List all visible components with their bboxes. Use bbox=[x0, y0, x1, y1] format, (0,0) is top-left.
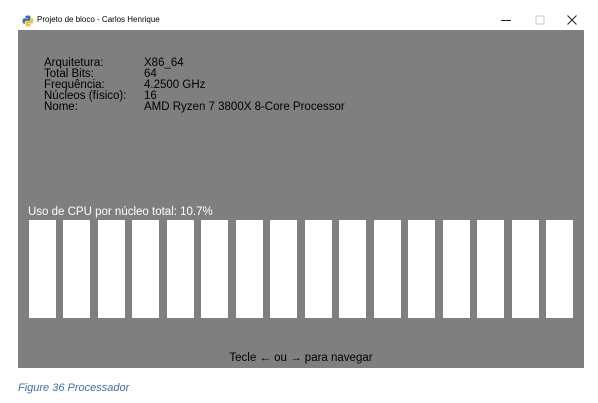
close-button[interactable] bbox=[558, 12, 586, 28]
core-bar-3 bbox=[97, 220, 125, 318]
window-title: Projeto de bloco - Carlos Henrique bbox=[37, 15, 160, 24]
maximize-icon bbox=[535, 15, 545, 25]
core-bar-11 bbox=[373, 220, 401, 318]
maximize-button[interactable] bbox=[526, 12, 554, 28]
python-icon bbox=[22, 14, 34, 27]
app-window: Projeto de bloco - Carlos Henrique Arqui… bbox=[18, 10, 584, 368]
core-bar-15 bbox=[511, 220, 539, 318]
title-bar[interactable]: Projeto de bloco - Carlos Henrique bbox=[18, 10, 584, 30]
core-bar-7 bbox=[235, 220, 263, 318]
core-bar-8 bbox=[270, 220, 298, 318]
core-bar-1 bbox=[29, 220, 56, 318]
core-bar-9 bbox=[304, 220, 332, 318]
core-bar-2 bbox=[63, 220, 91, 318]
cpu-canvas: Arquitetura: X86_64 Total Bits: 64 Frequ… bbox=[18, 30, 584, 368]
minimize-icon bbox=[501, 20, 511, 21]
close-icon bbox=[567, 15, 577, 25]
core-bar-6 bbox=[201, 220, 229, 318]
core-bar-4 bbox=[132, 220, 160, 318]
core-usage-bars bbox=[29, 220, 573, 318]
core-bar-5 bbox=[166, 220, 194, 318]
core-bar-10 bbox=[339, 220, 367, 318]
core-bar-14 bbox=[477, 220, 505, 318]
minimize-button[interactable] bbox=[492, 12, 520, 28]
info-value: AMD Ryzen 7 3800X 8-Core Processor bbox=[144, 101, 345, 113]
info-label: Nome: bbox=[44, 101, 78, 113]
figure-caption: Figure 36 Processador bbox=[18, 382, 130, 394]
navigation-hint: Tecle ← ou → para navegar bbox=[229, 352, 373, 364]
cpu-total-usage: Uso de CPU por núcleo total: 10.7% bbox=[28, 206, 213, 218]
core-bar-13 bbox=[442, 220, 470, 318]
core-bar-12 bbox=[408, 220, 436, 318]
core-bar-16 bbox=[546, 220, 573, 318]
